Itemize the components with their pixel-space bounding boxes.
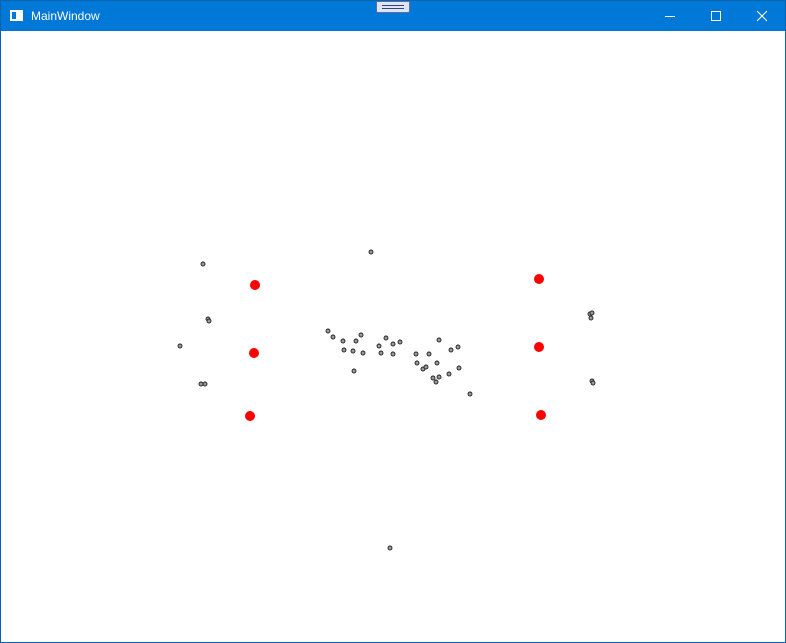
small-point [340, 338, 346, 344]
small-point [430, 375, 436, 381]
small-point [360, 350, 366, 356]
small-point [350, 348, 356, 354]
minimize-button[interactable] [647, 1, 693, 31]
close-icon [756, 10, 768, 22]
large-red-point [534, 342, 544, 352]
small-point [436, 374, 442, 380]
small-point [376, 343, 382, 349]
small-point [177, 343, 183, 349]
app-icon [10, 10, 23, 21]
large-red-point [536, 410, 546, 420]
small-point [456, 365, 462, 371]
title-bar[interactable]: MainWindow [1, 1, 785, 31]
maximize-icon [711, 11, 721, 21]
small-point [341, 347, 347, 353]
small-point [351, 368, 357, 374]
main-window: MainWindow [0, 0, 786, 643]
small-point [378, 350, 384, 356]
large-red-point [534, 274, 544, 284]
small-point [390, 351, 396, 357]
small-point [390, 341, 396, 347]
window-title: MainWindow [31, 9, 100, 23]
small-point [397, 339, 403, 345]
large-red-point [250, 280, 260, 290]
small-point [198, 381, 204, 387]
small-point [325, 328, 331, 334]
small-point [455, 344, 461, 350]
small-point [330, 334, 336, 340]
small-point [200, 261, 206, 267]
small-point [413, 351, 419, 357]
minimize-icon [665, 16, 675, 17]
small-point [387, 545, 393, 551]
plot-canvas [177, 249, 596, 551]
small-point [433, 379, 439, 385]
small-point [358, 332, 364, 338]
small-point [467, 391, 473, 397]
small-point [423, 364, 429, 370]
small-point [436, 337, 442, 343]
small-point [590, 380, 596, 386]
small-point [446, 371, 452, 377]
close-button[interactable] [739, 1, 785, 31]
large-red-point [249, 348, 259, 358]
large-red-point [245, 411, 255, 421]
small-point [368, 249, 374, 255]
small-point [383, 335, 389, 341]
window-grip-icon[interactable] [376, 1, 410, 13]
small-point [589, 310, 595, 316]
small-point [434, 360, 440, 366]
maximize-button[interactable] [693, 1, 739, 31]
small-point [206, 318, 212, 324]
small-point [588, 315, 594, 321]
small-point [414, 360, 420, 366]
small-point [448, 347, 454, 353]
small-point [426, 351, 432, 357]
small-point [202, 381, 208, 387]
small-point [353, 338, 359, 344]
